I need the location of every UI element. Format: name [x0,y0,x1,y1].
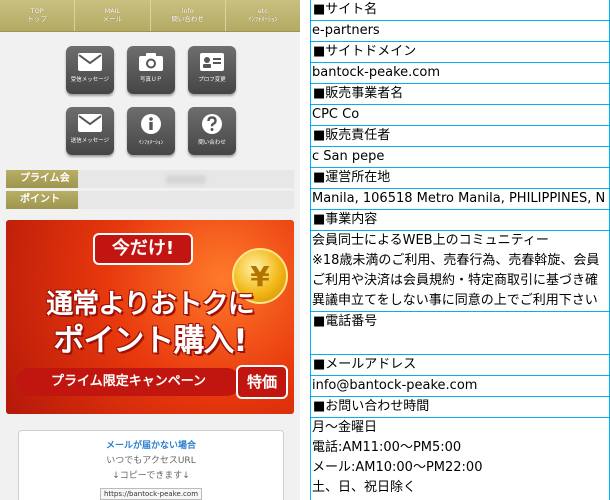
prime-member-label: プライム会員 [6,170,78,202]
mail-head: ■メールアドレス [311,355,610,376]
profile-edit-button[interactable]: プロフ変更 [188,46,236,94]
inbox-button[interactable]: 受信メッセージ [66,46,114,94]
special-price-badge: 特価 [236,365,288,399]
manager-head: ■販売責任者 [311,126,610,147]
profile-edit-label: プロフ変更 [198,77,226,83]
nav-info[interactable]: info 問い合わせ [151,0,226,31]
camera-icon [139,53,163,71]
sent-messages-button[interactable]: 送信メッセージ [66,107,114,155]
mobile-site-panel: TOP トップ MAIL メール info 問い合わせ etc ｲﾝﾌｫﾒｰｼｮ… [0,0,300,500]
nav-info-jp: 問い合わせ [171,14,204,23]
mail-help-title: メールが届かない場合 [105,441,196,451]
id-card-icon [200,53,224,71]
hours-line-3: メール:AM10:00～PM22:00 [312,460,483,475]
envelope-icon [78,114,102,132]
promo-banner[interactable]: 今だけ! ¥ 通常よりおトクに ポイント購入! プライム限定キャンペーン 特価 [6,220,294,414]
inquiry-label: 問い合わせ [198,140,226,146]
prime-member-bar: プライム会員 [6,170,294,202]
business-head: ■事業内容 [311,210,610,231]
phone-head: ■電話番号 [311,312,610,355]
nav-mail[interactable]: MAIL メール [75,0,151,31]
access-url-field[interactable]: https://bantock-peake.com [99,488,203,500]
hours-line-4: 土、日、祝日除く [312,480,417,495]
banner-headline-2: ポイント購入! [53,323,247,359]
business-line-1: 会員同士によるWEB上のコミュニティー [312,233,549,248]
sent-messages-label: 送信メッセージ [70,138,110,144]
panel-divider [300,0,310,500]
address-value: Manila, 106518 Metro Manila, PHILIPPINES… [311,189,610,210]
points-bar: ポイント [6,191,294,209]
site-info-table: ■サイト名 e-partners ■サイトドメイン bantock-peake.… [310,0,610,500]
site-domain-head: ■サイトドメイン [311,42,610,63]
business-line-3: ご利用や決済は会員規約・特定商取引に基づき確 [312,273,599,288]
question-icon [202,114,222,134]
site-name-value: e-partners [311,21,610,42]
blurred-value [166,175,206,184]
inquiry-button[interactable]: 問い合わせ [188,107,236,155]
top-nav: TOP トップ MAIL メール info 問い合わせ etc ｲﾝﾌｫﾒｰｼｮ… [0,0,300,32]
nav-etc-jp: ｲﾝﾌｫﾒｰｼｮﾝ [248,14,278,23]
points-value [78,191,294,209]
photo-upload-label: 写真ＵＰ [139,77,162,83]
campaign-label: プライム限定キャンペーン [16,368,241,396]
mail-help-line-1: いつでもアクセスURL [106,456,196,466]
mail-value: info@bantock-peake.com [311,376,610,397]
nav-top[interactable]: TOP トップ [0,0,76,31]
information-button[interactable]: ｲﾝﾌｫﾒｰｼｮﾝ [127,107,175,155]
photo-upload-button[interactable]: 写真ＵＰ [127,46,175,94]
nav-etc[interactable]: etc ｲﾝﾌｫﾒｰｼｮﾝ [226,0,300,31]
mail-help-box: メールが届かない場合 いつでもアクセスURL ↓コピーできます↓ https:/… [18,430,284,500]
limited-time-ribbon: 今だけ! [93,233,193,265]
site-name-head: ■サイト名 [311,0,610,21]
hours-line-2: 電話:AM11:00～PM5:00 [312,440,462,455]
nav-top-jp: トップ [27,14,47,23]
hours-line-1: 月～金曜日 [312,420,378,435]
business-line-4: 異議申立てをしない事に同意の上でご利用下さい [311,291,610,312]
manager-value: c San pepe [311,147,610,168]
nav-mail-jp: メール [102,14,123,23]
inbox-label: 受信メッセージ [70,77,110,83]
mail-help-line-2: ↓コピーできます↓ [112,471,190,481]
seller-head: ■販売事業者名 [311,84,610,105]
seller-value: CPC Co [311,105,610,126]
information-label: ｲﾝﾌｫﾒｰｼｮﾝ [138,140,164,146]
envelope-icon [78,53,102,71]
points-label: ポイント [6,191,78,209]
site-domain-value: bantock-peake.com [311,63,610,84]
address-head: ■運営所在地 [311,168,610,189]
hours-head: ■お問い合わせ時間 [311,397,610,418]
info-icon [141,114,161,134]
business-line-2: ※18歳未満のご利用、売春行為、売春斡旋、会員 [312,253,600,268]
